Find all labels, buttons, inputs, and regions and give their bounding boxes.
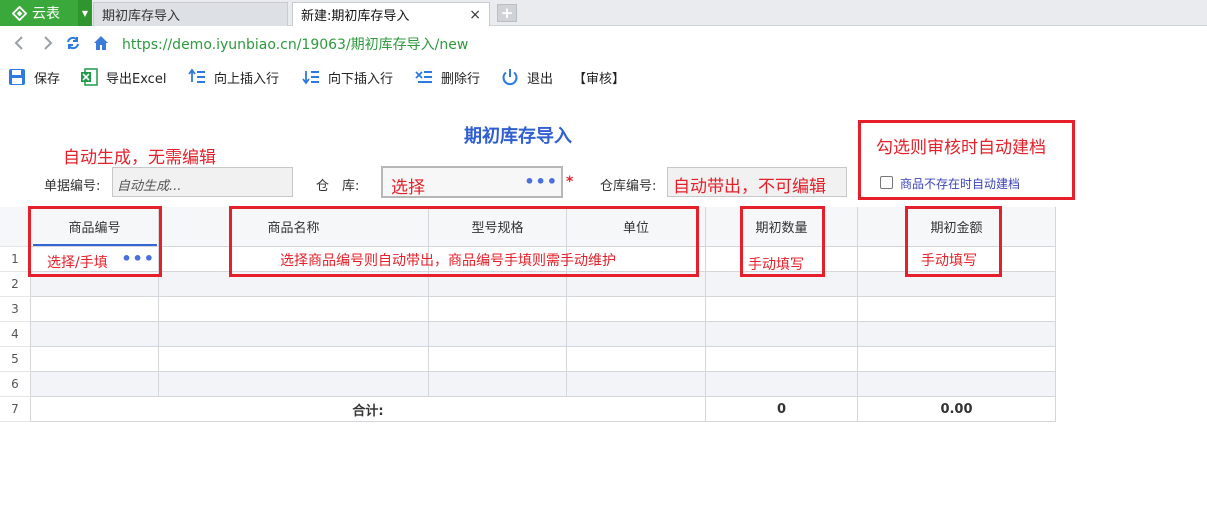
toolbar: 保存 导出Excel 向上插入行 向下插入行 删除行 退出 【审核】 (0, 62, 1207, 92)
audit-button[interactable]: 【审核】 (573, 66, 625, 88)
warehouse-code-field: 自动带出，不可编辑 (667, 167, 847, 197)
unit-cell[interactable] (567, 322, 706, 347)
opening-amount-cell[interactable] (858, 347, 1056, 372)
audit-label: 【审核】 (573, 71, 626, 87)
warehouse-code-value: 自动带出，不可编辑 (673, 177, 826, 197)
unit-cell[interactable] (567, 297, 706, 322)
refresh-icon[interactable] (63, 33, 83, 53)
insert-below-icon (302, 71, 319, 85)
exit-button[interactable]: 退出 (501, 66, 553, 88)
tab-label: 新建:期初库存导入 (301, 9, 410, 24)
spec-cell[interactable] (429, 297, 567, 322)
export-excel-button[interactable]: 导出Excel (80, 66, 166, 88)
save-button[interactable]: 保存 (8, 66, 60, 88)
row-number: 2 (0, 272, 31, 297)
warehouse-select[interactable]: 选择 ••• (381, 166, 563, 198)
export-excel-label: 导出Excel (106, 71, 167, 87)
total-amount: 0.00 (858, 397, 1056, 422)
save-icon (9, 69, 25, 85)
app-menu-button[interactable]: 云表 (0, 0, 78, 26)
brand-label: 云表 (32, 6, 60, 22)
opening-qty-cell[interactable] (706, 297, 858, 322)
table-row[interactable]: 6 (0, 372, 1056, 397)
row-number: 5 (0, 347, 31, 372)
annotation-qty-hint: 手动填写 (748, 257, 804, 273)
product-code-cell[interactable] (31, 297, 159, 322)
auto-archive-label: 商品不存在时自动建档 (900, 177, 1021, 191)
address-bar: https://demo.iyunbiao.cn/19063/期初库存导入/ne… (0, 27, 1207, 59)
tab-new-inventory-import[interactable]: 新建:期初库存导入 × (292, 2, 490, 26)
insert-below-label: 向下插入行 (328, 71, 394, 87)
annotation-check-hint: 勾选则审核时自动建档 (876, 138, 1046, 158)
total-row: 7 合计: 0 0.00 (0, 397, 1056, 422)
product-name-cell[interactable] (159, 322, 429, 347)
unit-cell[interactable] (567, 347, 706, 372)
table-row[interactable]: 4 (0, 322, 1056, 347)
auto-archive-checkbox[interactable] (880, 176, 893, 189)
opening-amount-cell[interactable] (858, 297, 1056, 322)
row-number: 3 (0, 297, 31, 322)
row-number: 1 (0, 247, 31, 272)
insert-below-button[interactable]: 向下插入行 (302, 66, 393, 88)
doc-no-label: 单据编号: (44, 179, 101, 194)
close-icon[interactable]: × (469, 7, 481, 23)
row-number: 4 (0, 322, 31, 347)
tab-inventory-import[interactable]: 期初库存导入 (93, 2, 288, 26)
annotation-product-name-hint: 选择商品编号则自动带出，商品编号手填则需手动维护 (280, 253, 616, 269)
excel-icon (81, 68, 98, 86)
annotation-amount-hint: 手动填写 (921, 253, 977, 269)
total-label: 合计: (31, 397, 706, 422)
product-code-cell[interactable] (31, 372, 159, 397)
table-row[interactable]: 5 (0, 347, 1056, 372)
new-tab-button[interactable]: + (497, 4, 517, 22)
spec-cell[interactable] (429, 372, 567, 397)
doc-no-placeholder: 自动生成... (117, 179, 182, 194)
corner-cell (0, 207, 31, 247)
opening-amount-cell[interactable] (858, 372, 1056, 397)
spec-cell[interactable] (429, 322, 567, 347)
opening-qty-cell[interactable] (706, 372, 858, 397)
url-field[interactable]: https://demo.iyunbiao.cn/19063/期初库存导入/ne… (122, 34, 468, 54)
back-icon[interactable] (10, 33, 30, 53)
unit-cell[interactable] (567, 372, 706, 397)
product-name-cell[interactable] (159, 347, 429, 372)
warehouse-code-label: 仓库编号: (600, 179, 657, 194)
product-name-cell[interactable] (159, 297, 429, 322)
required-mark: * (566, 174, 574, 190)
forward-icon[interactable] (37, 33, 57, 53)
tab-bar: 云表 ▼ 期初库存导入 新建:期初库存导入 × + (0, 0, 1207, 26)
power-icon (502, 69, 518, 86)
tab-label: 期初库存导入 (102, 9, 181, 24)
insert-above-label: 向上插入行 (214, 71, 280, 87)
save-label: 保存 (34, 71, 61, 87)
exit-label: 退出 (527, 71, 554, 87)
opening-qty-cell[interactable] (706, 322, 858, 347)
warehouse-value: 选择 (391, 178, 425, 198)
opening-amount-cell[interactable] (858, 322, 1056, 347)
home-icon[interactable] (91, 33, 111, 53)
delete-row-label: 删除行 (441, 71, 481, 87)
row-number: 7 (0, 397, 31, 422)
warehouse-label: 仓 库: (316, 179, 360, 194)
annotation-auto-generated: 自动生成，无需编辑 (63, 148, 216, 168)
delete-row-button[interactable]: 删除行 (415, 66, 480, 88)
product-code-cell[interactable] (31, 347, 159, 372)
product-code-cell[interactable] (31, 322, 159, 347)
annotation-product-code-hint: 选择/手填 (47, 255, 108, 271)
logo-icon (12, 5, 27, 21)
insert-above-button[interactable]: 向上插入行 (188, 66, 279, 88)
total-qty: 0 (706, 397, 858, 422)
opening-qty-cell[interactable] (706, 347, 858, 372)
spec-cell[interactable] (429, 347, 567, 372)
table-row[interactable]: 3 (0, 297, 1056, 322)
row-number: 6 (0, 372, 31, 397)
delete-row-icon (415, 71, 432, 83)
more-dots-icon[interactable]: ••• (524, 172, 558, 191)
chevron-down-icon[interactable]: ▼ (78, 0, 92, 26)
insert-above-icon (188, 68, 205, 83)
product-name-cell[interactable] (159, 372, 429, 397)
doc-no-field: 自动生成... (112, 167, 293, 197)
